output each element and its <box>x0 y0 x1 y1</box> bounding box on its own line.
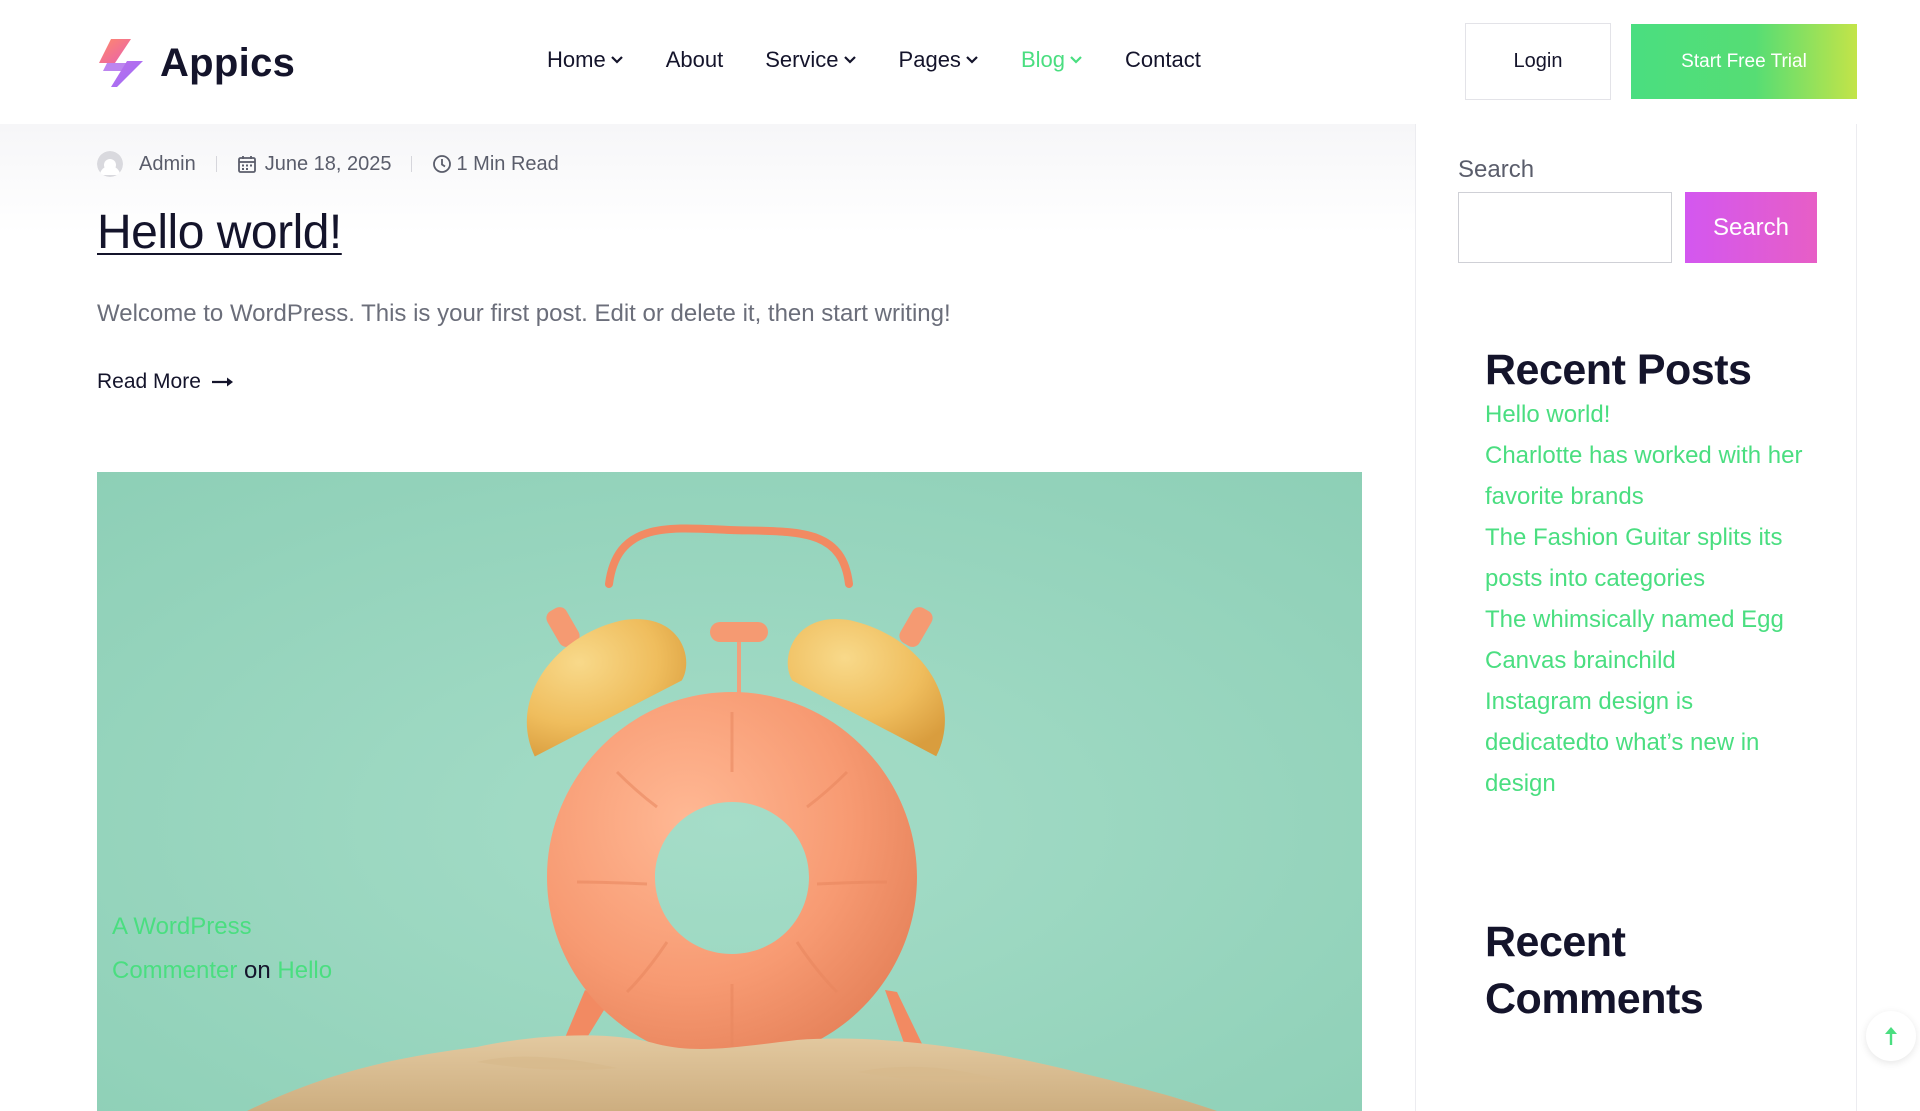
chevron-down-icon <box>843 56 856 64</box>
nav-item-blog[interactable]: Blog <box>1021 45 1083 75</box>
recent-posts-title: Recent Posts <box>1485 346 1752 394</box>
nav-label: Pages <box>898 47 961 72</box>
post-excerpt: Welcome to WordPress. This is your first… <box>97 300 951 327</box>
alarm-clock-illustration <box>97 472 1362 1111</box>
calendar-icon <box>237 156 256 173</box>
logo-bolt-icon <box>99 39 143 87</box>
comment-connector: on <box>244 957 271 984</box>
nav-item-contact[interactable]: Contact <box>1125 45 1201 75</box>
post-title[interactable]: Hello world! <box>97 205 342 260</box>
brand-logo[interactable]: Appics <box>97 37 295 89</box>
clock-icon <box>433 155 452 173</box>
arrow-right-icon <box>211 377 233 387</box>
nav-label: Home <box>547 47 606 72</box>
read-more-label: Read More <box>97 370 201 393</box>
nav-label: About <box>665 47 724 72</box>
recent-posts-list: Hello world! Charlotte has worked with h… <box>1485 394 1805 804</box>
recent-comment-item: A WordPress Commenter on Hello <box>112 905 372 993</box>
user-avatar-icon <box>97 151 123 177</box>
nav-item-service[interactable]: Service <box>765 45 856 75</box>
search-label: Search <box>1458 156 1535 183</box>
recent-post-link[interactable]: The Fashion Guitar splits its posts into… <box>1485 517 1805 599</box>
nav-label: Contact <box>1124 47 1201 72</box>
search-button[interactable]: Search <box>1685 192 1817 263</box>
post-date[interactable]: June 18, 2025 <box>265 153 392 176</box>
nav-item-about[interactable]: About <box>666 45 724 75</box>
recent-post-link[interactable]: Instagram design is dedicatedto what’s n… <box>1485 681 1805 804</box>
nav-item-home[interactable]: Home <box>547 45 624 75</box>
post-read-time: 1 Min Read <box>456 152 559 175</box>
meta-divider <box>411 156 413 172</box>
comment-post-link[interactable]: Hello <box>277 957 332 984</box>
chevron-down-icon <box>610 56 623 64</box>
post-meta: Admin June 18, 2025 1 Min Read <box>97 151 559 177</box>
post-author[interactable]: Admin <box>139 153 196 176</box>
site-header: Appics Home About Service Pages Blog Con… <box>0 0 1920 124</box>
nav-label: Service <box>765 47 839 72</box>
recent-comments-list: A WordPress Commenter on Hello <box>112 905 372 993</box>
recent-comments-title: Recent Comments <box>1485 918 1704 1023</box>
post-featured-image[interactable] <box>97 472 1362 1111</box>
chevron-down-icon <box>966 56 978 64</box>
recent-post-link[interactable]: The whimsically named Egg Canvas brainch… <box>1485 599 1805 681</box>
read-more-link[interactable]: Read More <box>97 370 235 394</box>
main-nav: Home About Service Pages Blog Contact <box>547 45 1243 75</box>
nav-item-pages[interactable]: Pages <box>899 45 979 75</box>
login-button[interactable]: Login <box>1465 23 1611 100</box>
sidebar: Search Search Recent Posts Hello world! … <box>1415 124 1857 1111</box>
comment-author-link[interactable]: A WordPress Commenter <box>112 913 252 984</box>
start-free-trial-button[interactable]: Start Free Trial <box>1631 24 1857 99</box>
chevron-down-icon <box>1070 56 1082 64</box>
arrow-up-icon <box>1885 1027 1897 1045</box>
nav-label: Blog <box>1020 47 1065 72</box>
scroll-to-top-button[interactable] <box>1866 1011 1916 1061</box>
meta-divider <box>215 156 217 172</box>
search-input[interactable] <box>1458 192 1672 263</box>
recent-post-link[interactable]: Charlotte has worked with her favorite b… <box>1485 435 1805 517</box>
recent-post-link[interactable]: Hello world! <box>1485 394 1805 435</box>
brand-name: Appics <box>160 40 296 85</box>
